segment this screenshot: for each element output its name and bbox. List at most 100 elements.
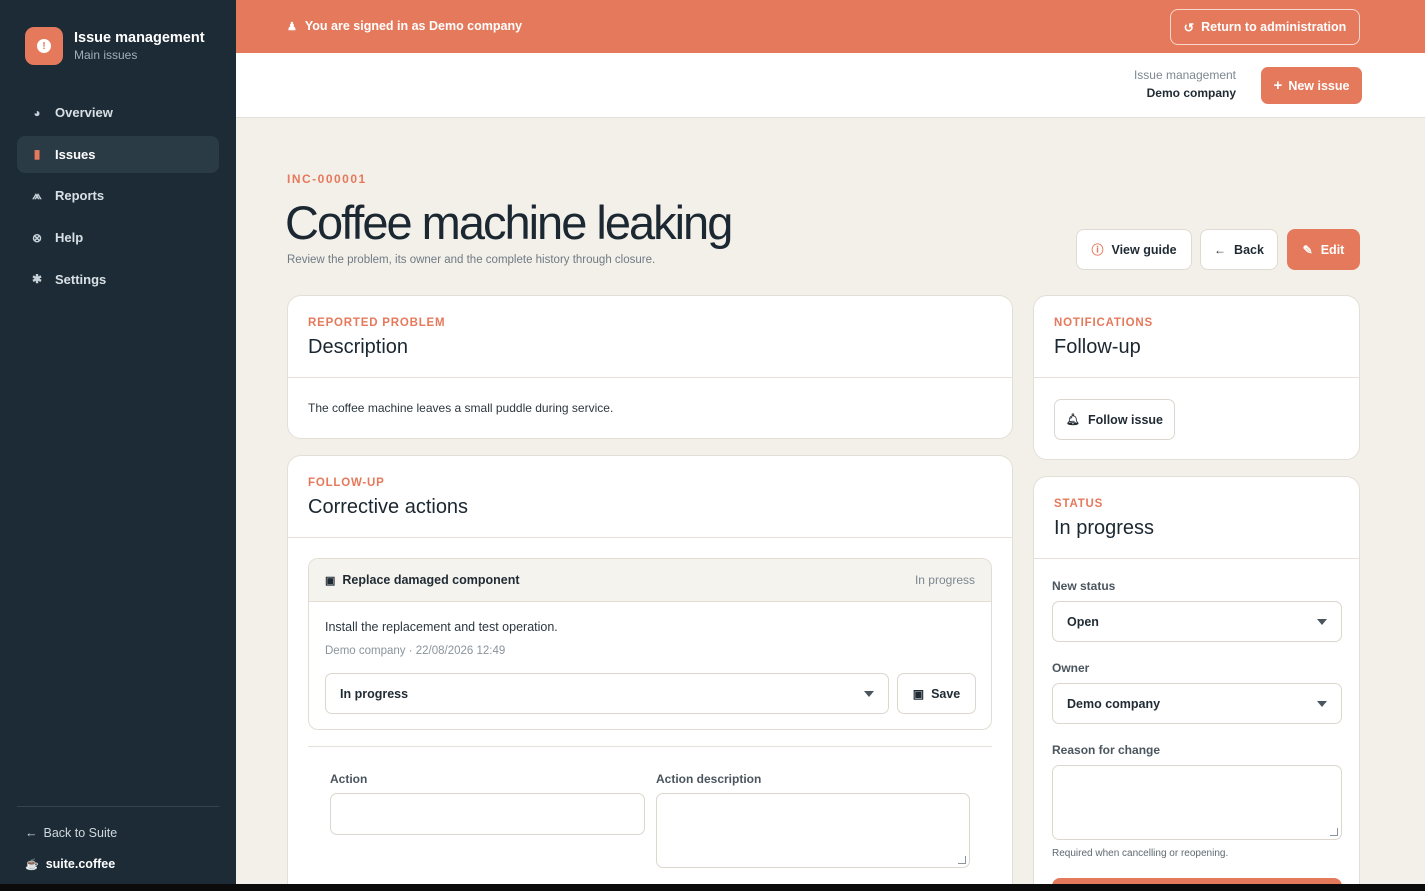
sidebar-item-label: Settings [55, 271, 107, 287]
floppy-disk-icon: ▣ [912, 686, 925, 701]
follow-issue-button[interactable]: 🔔︎ Follow issue [1054, 399, 1175, 440]
save-label: Save [931, 686, 961, 701]
edit-label: Edit [1320, 242, 1345, 257]
back-label: Back [1234, 242, 1264, 257]
action-description-textarea[interactable] [656, 793, 970, 868]
divider [308, 746, 992, 747]
module-label: Issue management [1133, 68, 1236, 82]
corrective-actions-card: FOLLOW-UP Corrective actions ▣ Replace da… [287, 455, 1013, 884]
suite-brand-link[interactable]: ☕ suite.coffee [25, 857, 115, 871]
action-description: Install the replacement and test operati… [325, 620, 558, 634]
card-eyebrow: FOLLOW-UP [308, 477, 385, 489]
reason-label: Reason for change [1052, 743, 1161, 757]
resize-handle[interactable] [958, 856, 966, 864]
clipboard-check-icon: ▣ [325, 574, 336, 587]
follow-label: Follow issue [1087, 412, 1163, 427]
sidebar-item-label: Overview [55, 105, 113, 120]
sidebar-item-help[interactable]: ⊗ Help [17, 219, 219, 256]
suite-brand-label: suite.coffee [45, 857, 116, 871]
bar-chart-icon: ⩕ [32, 188, 42, 203]
action-title: ▣ Replace damaged component [325, 573, 520, 587]
arrow-left-icon: ← [25, 826, 38, 840]
save-button[interactable]: ▣ Save [897, 673, 976, 714]
view-guide-button[interactable]: ⓘ View guide [1076, 229, 1192, 270]
description-text: The coffee machine leaves a small puddle… [308, 401, 614, 415]
signed-in-notice: ♟ You are signed in as Demo company [287, 19, 522, 33]
reason-textarea[interactable] [1052, 765, 1342, 840]
return-label: Return to administration [1201, 20, 1347, 34]
chevron-down-icon [1317, 700, 1327, 707]
action-status: In progress [914, 573, 975, 587]
clipboard-icon: ▮ [33, 147, 41, 162]
sidebar-divider [17, 806, 219, 807]
arrow-left-icon: ← [1214, 242, 1227, 257]
issue-code: INC-000001 [287, 172, 367, 186]
impersonation-banner: ♟ You are signed in as Demo company ↺ Retu… [236, 0, 1425, 53]
sidebar-item-overview[interactable]: ◕ Overview [17, 94, 219, 131]
screen-edge [0, 884, 1425, 891]
action-meta: Demo company · 22/08/2026 12:49 [325, 645, 506, 657]
sidebar-item-issues[interactable]: ▮ Issues [17, 135, 219, 173]
sidebar: ! Issue management Main issues ◕ Overview… [0, 0, 236, 884]
card-title: Follow-up [1054, 336, 1141, 358]
brand-logo: ! [25, 27, 63, 65]
resize-handle[interactable] [1330, 828, 1338, 836]
sidebar-nav: ◕ Overview ▮ Issues ⩕ Reports ⊗ Help ✱ Settin… [17, 94, 219, 302]
notifications-card: NOTIFICATIONS Follow-up 🔔︎ Follow issue [1033, 295, 1360, 460]
brand-title: Issue management [74, 30, 205, 46]
page-subtitle: Review the problem, its owner and the co… [287, 254, 656, 266]
chevron-down-icon [864, 690, 874, 697]
status-card: STATUS In progress New status Open Owner… [1033, 476, 1360, 884]
user-icon: ♟ [287, 20, 297, 33]
owner-label: Owner [1052, 661, 1090, 675]
life-ring-icon: ⊗ [31, 230, 43, 245]
alert-icon: ! [37, 39, 51, 53]
edit-button[interactable]: ✎ Edit [1287, 229, 1360, 270]
owner-value: Demo company [1067, 696, 1161, 711]
card-title: In progress [1054, 517, 1155, 539]
sidebar-item-reports[interactable]: ⩕ Reports [17, 177, 219, 214]
gear-icon: ✱ [31, 272, 43, 287]
description-card: REPORTED PROBLEM Description The coffee … [287, 295, 1013, 439]
plus-icon: + [1273, 77, 1283, 94]
return-to-administration-button[interactable]: ↺ Return to administration [1170, 9, 1360, 45]
back-to-suite-label: Back to Suite [43, 826, 118, 840]
coffee-cup-icon: ☕ [25, 858, 39, 871]
action-status-select[interactable]: In progress [325, 673, 889, 714]
action-title-text: Replace damaged component [342, 573, 520, 587]
reason-hint: Required when cancelling or reopening. [1052, 848, 1229, 859]
view-guide-label: View guide [1111, 242, 1177, 257]
sidebar-item-label: Help [55, 230, 84, 246]
question-circle-icon: ⓘ [1091, 243, 1104, 257]
main-content: ♟ You are signed in as Demo company ↺ Retu… [236, 0, 1425, 884]
action-item: ▣ Replace damaged component In progress I… [308, 558, 992, 730]
back-button[interactable]: ← Back [1200, 229, 1278, 270]
page-title: Coffee machine leaking [285, 196, 733, 249]
back-to-suite-link[interactable]: ← Back to Suite [25, 826, 117, 840]
card-title: Description [308, 336, 409, 358]
new-status-label: New status [1052, 579, 1116, 593]
action-input[interactable] [330, 793, 645, 835]
bell-icon: 🔔︎ [1066, 414, 1080, 426]
company-info: Issue management Demo company [1134, 68, 1236, 100]
card-eyebrow: NOTIFICATIONS [1054, 317, 1153, 329]
pencil-icon: ✎ [1302, 242, 1313, 257]
chevron-down-icon [1317, 618, 1327, 625]
undo-icon: ↺ [1183, 20, 1195, 35]
signed-in-text: You are signed in as Demo company [304, 19, 523, 33]
card-title: Corrective actions [308, 496, 469, 518]
new-issue-button[interactable]: + New issue [1261, 67, 1362, 104]
new-status-select[interactable]: Open [1052, 601, 1342, 642]
sidebar-item-label: Reports [55, 188, 105, 204]
sidebar-item-label: Issues [55, 146, 96, 162]
topbar: Issue management Demo company + New issue [236, 53, 1425, 118]
brand: ! Issue management Main issues [25, 27, 205, 65]
action-field-label: Action [330, 772, 368, 786]
card-eyebrow: REPORTED PROBLEM [308, 317, 446, 329]
sidebar-item-settings[interactable]: ✱ Settings [17, 261, 219, 298]
card-eyebrow: STATUS [1054, 498, 1104, 510]
new-issue-label: New issue [1288, 78, 1350, 93]
owner-select[interactable]: Demo company [1052, 683, 1342, 724]
company-name: Demo company [1146, 86, 1236, 100]
action-description-field-label: Action description [656, 772, 762, 786]
